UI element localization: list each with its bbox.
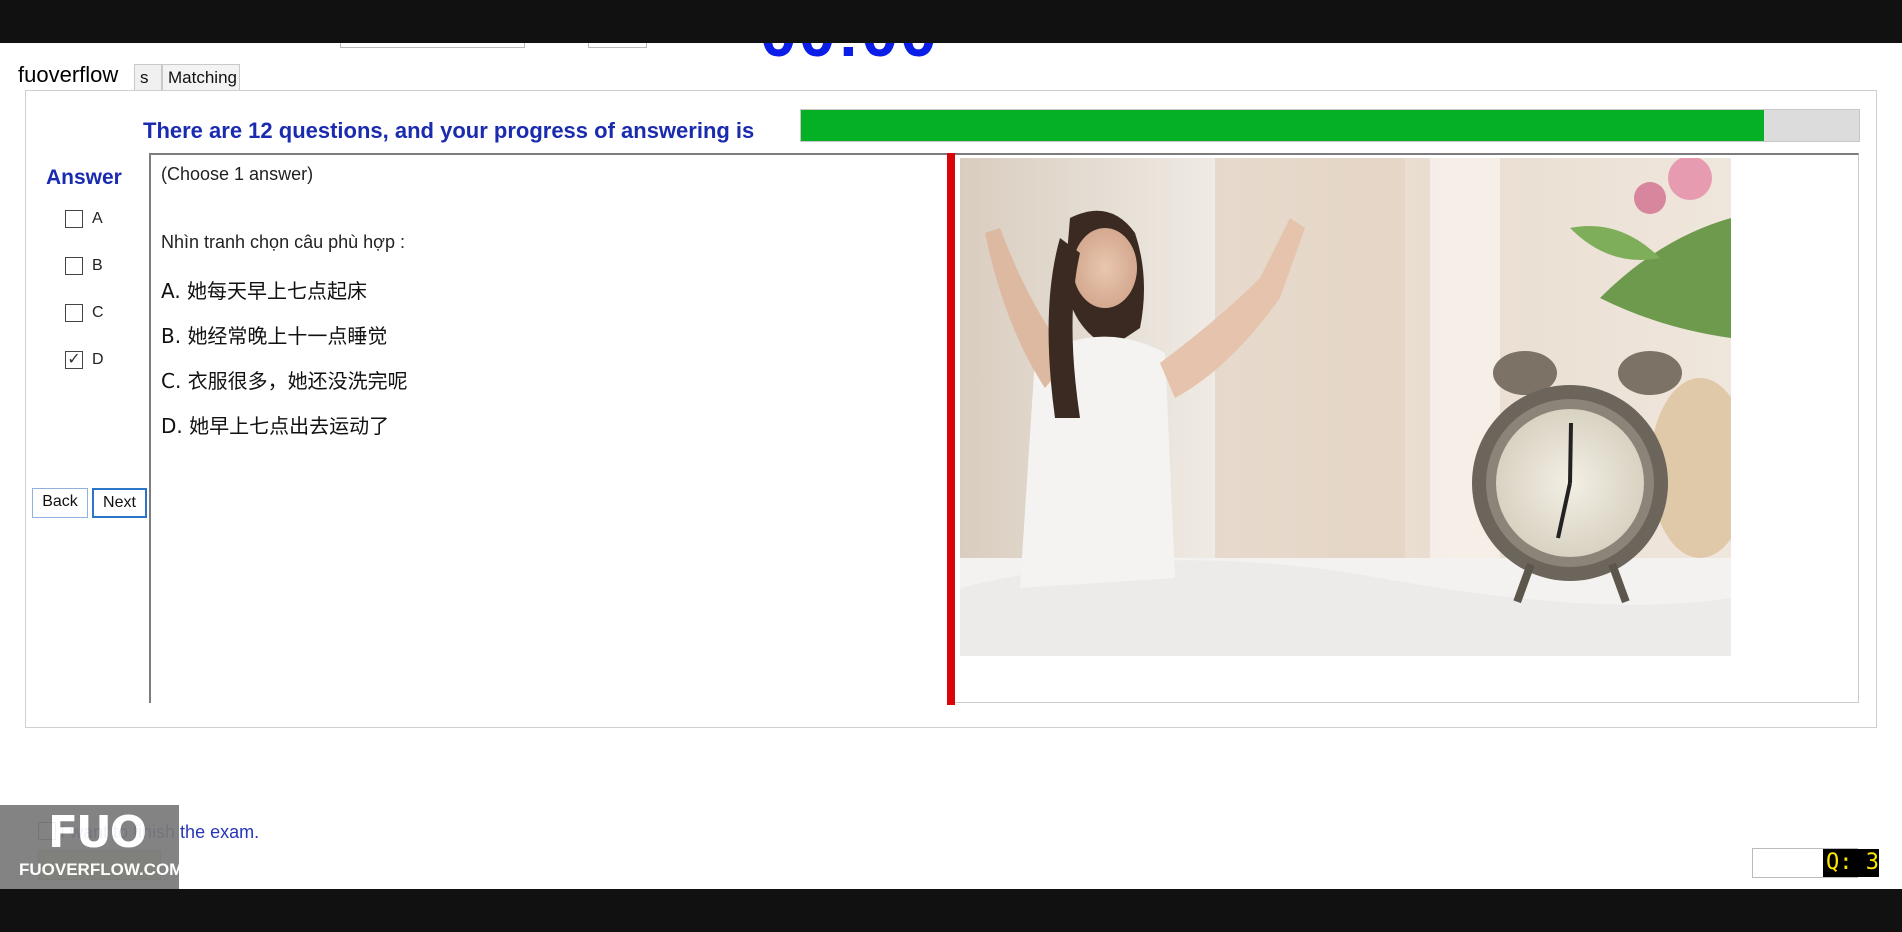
choice-letter: D.	[161, 414, 183, 438]
next-button[interactable]: Next	[92, 488, 147, 518]
choice-text: 她早上七点出去运动了	[189, 414, 390, 438]
question-choice-d: D. 她早上七点出去运动了	[161, 410, 389, 439]
progress-bar	[800, 109, 1860, 142]
checkbox-a[interactable]	[65, 210, 83, 228]
answer-title: Answer	[46, 166, 122, 189]
hidden-field-stub	[340, 43, 525, 48]
question-photo	[960, 158, 1731, 656]
answer-option-c[interactable]: C	[65, 303, 104, 323]
bottom-black-bar	[0, 889, 1902, 932]
question-prompt: Nhìn tranh chọn câu phù hợp :	[161, 232, 405, 252]
answer-option-b-label: B	[92, 257, 103, 274]
answer-option-a-label: A	[92, 210, 103, 227]
logo-small-text: FUOVERFLOW.COM	[19, 860, 184, 879]
question-choice-a: A. 她每天早上七点起床	[161, 275, 367, 304]
tab-matching[interactable]: Matching	[162, 64, 240, 90]
answer-option-d-label: D	[92, 351, 104, 368]
panel-splitter[interactable]	[947, 153, 955, 705]
fuo-logo: FUO FUOVERFLOW.COM	[0, 805, 183, 889]
question-choice-c: C. 衣服很多，她还没洗完呢	[161, 365, 408, 394]
answer-option-b[interactable]: B	[65, 256, 103, 276]
tab-previous[interactable]: s	[134, 64, 162, 90]
tab-previous-label: s	[140, 68, 149, 87]
choice-text: 衣服很多，她还没洗完呢	[187, 369, 408, 393]
choice-text: 她每天早上七点起床	[187, 279, 368, 303]
checkbox-d[interactable]: ✓	[65, 351, 83, 369]
choice-text: 她经常晚上十一点睡觉	[187, 324, 388, 348]
choice-letter: B.	[161, 324, 182, 348]
check-mark-icon: ✓	[67, 351, 81, 368]
progress-bar-fill	[801, 110, 1764, 141]
tab-matching-label: Matching	[168, 68, 237, 87]
checkbox-c[interactable]	[65, 304, 83, 322]
checkbox-b[interactable]	[65, 257, 83, 275]
question-instruction: (Choose 1 answer)	[161, 164, 314, 184]
countdown-timer: 00:00	[760, 43, 1000, 63]
hidden-field-stub-2	[588, 43, 647, 48]
watermark-brand-text: fuoverflow	[18, 62, 119, 87]
top-black-bar	[0, 0, 1902, 43]
question-choice-b: B. 她经常晚上十一点睡觉	[161, 320, 387, 349]
logo-big-text: FUO	[48, 807, 147, 858]
answer-option-d[interactable]: ✓ D	[65, 350, 104, 370]
choice-letter: A.	[161, 279, 181, 303]
answer-option-c-label: C	[92, 304, 104, 321]
back-button[interactable]: Back	[32, 488, 88, 518]
choice-letter: C.	[161, 369, 182, 393]
answer-option-a[interactable]: A	[65, 209, 103, 229]
progress-label: There are 12 questions, and your progres…	[143, 118, 755, 143]
question-counter: Q: 3	[1823, 849, 1879, 877]
